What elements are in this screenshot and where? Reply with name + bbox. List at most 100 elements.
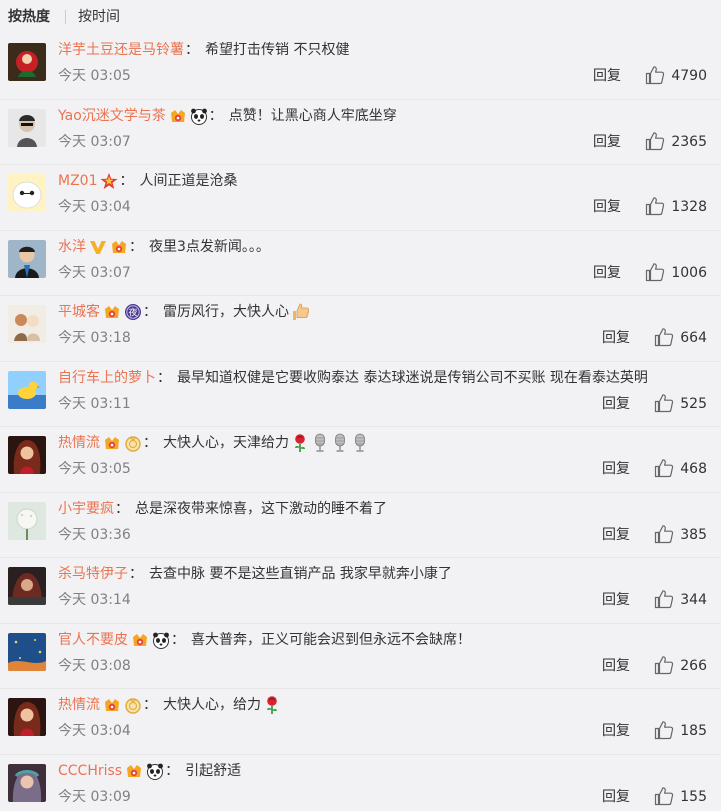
like-icon[interactable] <box>654 786 674 806</box>
comment-username[interactable]: 小宇要疯 <box>58 497 114 521</box>
comment-time: 今天 03:14 <box>58 592 131 608</box>
like-icon[interactable] <box>654 720 674 740</box>
like-count: 468 <box>680 461 707 477</box>
reply-button[interactable]: 回复 <box>602 590 630 610</box>
user-avatar[interactable] <box>8 370 46 409</box>
comment-time: 今天 03:04 <box>58 723 131 739</box>
like-icon[interactable] <box>645 262 665 282</box>
user-badge <box>103 303 121 321</box>
reply-button[interactable]: 回复 <box>593 197 621 217</box>
comment-text: 总是深夜带来惊喜，这下激动的睡不着了 <box>135 500 387 517</box>
like-count: 664 <box>680 330 707 346</box>
comment-username[interactable]: 平城客 <box>58 300 100 324</box>
user-avatar[interactable] <box>8 763 46 802</box>
reply-button[interactable]: 回复 <box>602 525 630 545</box>
medal-icon <box>125 698 141 714</box>
like-icon[interactable] <box>654 327 674 347</box>
reply-button[interactable]: 回复 <box>602 394 630 414</box>
vip-badge-icon <box>133 633 147 646</box>
comment-username[interactable]: 自行车上的萝卜 <box>58 366 156 390</box>
reply-button[interactable]: 回复 <box>602 721 630 741</box>
user-avatar[interactable] <box>8 305 46 343</box>
comment-username[interactable]: 官人不要皮 <box>58 628 128 652</box>
comment-row: CCCHriss ： 引起舒适 今天 03:09 回复 155 <box>0 755 721 811</box>
comment-row: MZ01 ： 人间正道是沧桑 今天 03:04 回复 1328 <box>0 165 721 231</box>
comment-colon: ： <box>129 238 143 255</box>
reply-button[interactable]: 回复 <box>593 263 621 283</box>
v-verified-icon <box>90 240 106 254</box>
like-count: 155 <box>680 788 707 805</box>
comment-username[interactable]: 水洋 <box>58 235 86 259</box>
comment-line: 自行车上的萝卜： 最早知道权健是它要收购泰达 泰达球迷说是传销公司不买账 现在看泰… <box>58 366 713 390</box>
reply-button[interactable]: 回复 <box>602 459 630 479</box>
comment-username[interactable]: Yao沉迷文学与茶 <box>58 104 166 128</box>
comment-text: 人间正道是沧桑 <box>139 173 238 189</box>
user-avatar[interactable] <box>8 43 46 81</box>
reply-button[interactable]: 回复 <box>593 132 621 152</box>
comment-line: 平城客 夜 ： 雷厉风行，大快人心 <box>58 300 713 324</box>
user-avatar[interactable] <box>8 174 46 212</box>
medal-icon <box>125 436 141 452</box>
microphone-icon <box>315 433 325 452</box>
like-icon[interactable] <box>654 458 674 478</box>
comment-colon: ： <box>185 42 199 58</box>
user-badge <box>103 696 121 714</box>
comment-row: 官人不要皮 ： 喜大普奔，正义可能会迟到但永远不会缺席！ 今天 03:08 回复 266 <box>0 624 721 689</box>
comment-text: 雷厉风行，大快人心 <box>163 304 289 320</box>
comment-time: 今天 03:07 <box>58 133 131 150</box>
panda-icon <box>147 763 164 780</box>
vip-badge-icon <box>105 306 119 318</box>
comment-text: 希望打击传销 不只权健 <box>205 42 350 58</box>
comment-username[interactable]: MZ01 <box>58 169 97 193</box>
sort-divider <box>65 10 66 24</box>
user-badge <box>146 762 164 780</box>
thumbs-up-icon <box>293 303 309 320</box>
user-avatar[interactable] <box>8 108 46 147</box>
user-avatar[interactable] <box>8 436 46 474</box>
comment-time: 今天 03:05 <box>58 461 131 477</box>
sort-by-time-tab[interactable]: 按时间 <box>78 0 120 34</box>
like-icon[interactable] <box>645 65 665 85</box>
sort-by-hot-tab[interactable]: 按热度 <box>8 0 50 34</box>
like-icon[interactable] <box>654 393 674 413</box>
comment-username[interactable]: 热情流 <box>58 431 100 455</box>
like-count: 385 <box>680 526 707 543</box>
comment-row: 水洋 ： 夜里3点发新闻。。。 今天 03:07 回复 1006 <box>0 231 721 296</box>
comment-row: 小宇要疯： 总是深夜带来惊喜，这下激动的睡不着了 今天 03:36 回复 385 <box>0 493 721 558</box>
comment-username[interactable]: CCCHriss <box>58 759 122 783</box>
like-icon[interactable] <box>645 196 665 216</box>
reply-button[interactable]: 回复 <box>602 787 630 807</box>
comment-username[interactable]: 洋芋土豆还是马铃薯 <box>58 38 184 62</box>
comment-username[interactable]: 热情流 <box>58 693 100 717</box>
vip-badge-icon <box>112 240 126 253</box>
vip-badge-icon <box>105 699 119 711</box>
user-avatar[interactable] <box>8 698 46 736</box>
like-icon[interactable] <box>654 524 674 544</box>
user-badge <box>124 434 142 452</box>
comment-emoji <box>351 433 369 453</box>
user-avatar[interactable] <box>8 567 46 605</box>
user-badge <box>110 238 128 256</box>
comment-text: 大快人心，给力 <box>163 697 261 713</box>
user-avatar[interactable] <box>8 632 46 671</box>
user-badge: 夜 <box>124 303 142 321</box>
like-icon[interactable] <box>654 589 674 609</box>
comment-text: 最早知道权健是它要收购泰达 泰达球迷说是传销公司不买账 现在看泰达英明 <box>177 369 648 386</box>
like-icon[interactable] <box>654 655 674 675</box>
reply-button[interactable]: 回复 <box>593 66 621 86</box>
comment-time: 今天 03:08 <box>58 657 131 674</box>
user-badge <box>152 631 170 649</box>
user-avatar[interactable] <box>8 501 46 540</box>
svg-text:夜: 夜 <box>128 307 137 319</box>
user-avatar[interactable] <box>8 239 46 278</box>
comment-username[interactable]: 杀马特伊子 <box>58 562 128 586</box>
comment-emoji <box>263 695 281 715</box>
comment-text: 大快人心，天津给力 <box>163 435 289 451</box>
comment-row: 杀马特伊子： 去查中脉 要不是这些直销产品 我家早就奔小康了 今天 03:14 回复 3… <box>0 558 721 624</box>
comment-line: Yao沉迷文学与茶 ： 点赞！让黑心商人牢底坐穿 <box>58 104 713 128</box>
like-count: 4790 <box>671 68 707 84</box>
reply-button[interactable]: 回复 <box>602 656 630 676</box>
comment-colon: ： <box>143 697 157 713</box>
like-icon[interactable] <box>645 131 665 151</box>
reply-button[interactable]: 回复 <box>602 328 630 348</box>
